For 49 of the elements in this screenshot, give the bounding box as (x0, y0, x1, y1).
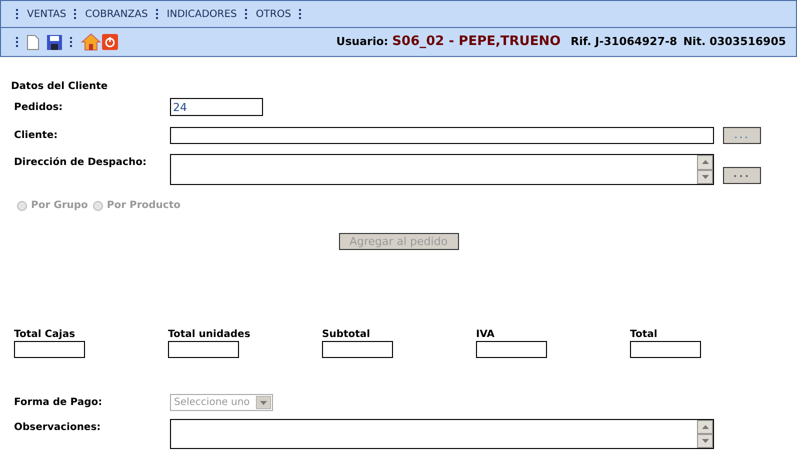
user-label: Usuario: (336, 34, 388, 50)
input-field[interactable]: 24 (170, 98, 263, 116)
total-label: Total Cajas (14, 329, 76, 341)
grip-icon (244, 8, 248, 20)
radio-label: Por Grupo (31, 199, 88, 213)
dropdown-icon (256, 396, 271, 409)
total-field[interactable] (630, 341, 701, 358)
home-icon[interactable] (81, 33, 101, 51)
field-label: Observaciones: (13, 421, 102, 435)
down-arrow-icon (702, 174, 708, 179)
field-label: Dirección de Despacho: (13, 156, 148, 170)
total-label: Subtotal (322, 329, 372, 341)
total-label: Total (630, 329, 658, 341)
up-arrow-icon (702, 425, 708, 429)
text-area[interactable] (170, 419, 714, 449)
total-field[interactable] (322, 341, 393, 358)
section-title: Datos del Cliente (11, 80, 109, 94)
total-field[interactable] (14, 341, 85, 358)
grip-icon (16, 36, 19, 48)
field-label: Pedidos: (13, 100, 64, 114)
grip-icon (70, 36, 73, 48)
menu-item[interactable]: INDICADORES (166, 6, 237, 22)
browse-button[interactable]: ... (723, 127, 761, 144)
nit-number: Nit. 0303516905 (683, 34, 786, 50)
grip-icon (16, 8, 19, 20)
menu-item[interactable]: OTROS (256, 6, 292, 22)
grip-icon (74, 8, 78, 20)
input-field[interactable] (170, 127, 714, 144)
field-label: Cliente: (13, 129, 59, 143)
scrollbar[interactable] (697, 420, 713, 448)
user-name: S06_02 - PEPE,TRUENO (392, 33, 561, 52)
menu-item[interactable]: VENTAS (27, 6, 66, 22)
grip-icon (299, 8, 302, 20)
grip-icon (156, 8, 159, 20)
down-arrow-icon (702, 439, 708, 443)
power-icon[interactable] (102, 34, 118, 50)
menu-item[interactable]: COBRANZAS (85, 6, 148, 22)
total-field[interactable] (168, 341, 239, 358)
total-field[interactable] (476, 341, 547, 358)
total-label: IVA (476, 329, 496, 341)
rif-number: Rif. J-31064927-8 (570, 34, 678, 50)
new-document-icon[interactable] (27, 34, 39, 50)
text-area[interactable] (170, 154, 714, 185)
field-label: Forma de Pago: (13, 396, 104, 410)
total-label: Total unidades (168, 329, 252, 341)
save-icon[interactable] (47, 34, 62, 50)
radio-label: Por Producto (106, 199, 181, 213)
up-arrow-icon (702, 160, 708, 164)
scrollbar[interactable] (697, 155, 713, 184)
